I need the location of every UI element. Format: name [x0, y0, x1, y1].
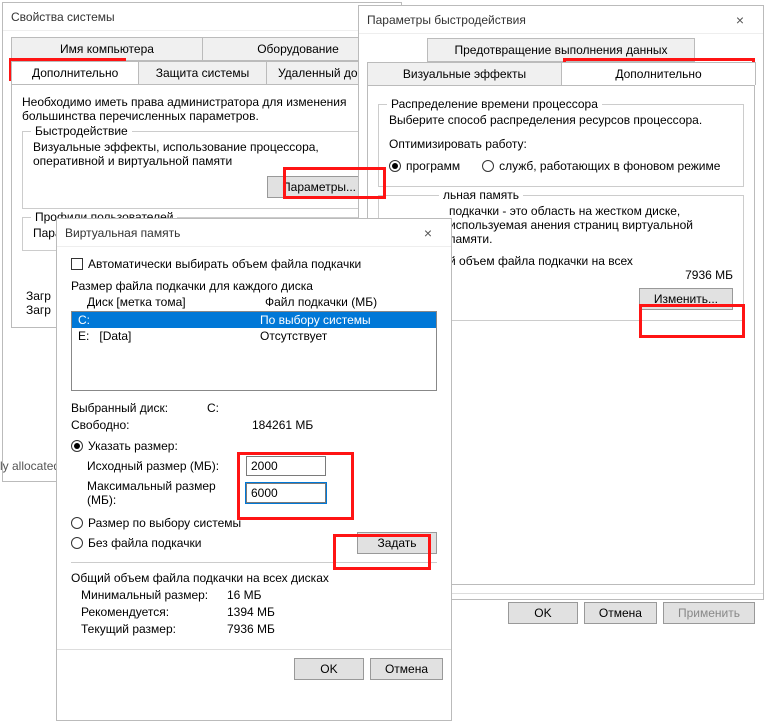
sysprops-tabs-row1: Имя компьютера Оборудование	[11, 37, 393, 61]
free-label: Свободно:	[71, 418, 201, 432]
sched-opt-label: Оптимизировать работу:	[389, 137, 733, 151]
sysprops-title: Свойства системы	[11, 10, 393, 24]
perf-desc: Визуальные эффекты, использование процес…	[33, 140, 371, 168]
scheduling-group: Распределение времени процессора Выберит…	[378, 104, 744, 187]
col-drive: Диск [метка тома]	[81, 293, 259, 311]
vm-total-label: й объем файла подкачки на всех	[449, 254, 733, 268]
sysprops-titlebar: Свойства системы	[3, 3, 401, 31]
tab-perf-advanced[interactable]: Дополнительно	[561, 62, 756, 85]
drive-list-header: Диск [метка тома] Файл подкачки (МБ)	[71, 293, 437, 311]
sel-drive-label: Выбранный диск:	[71, 401, 201, 415]
vm-titlebar: Виртуальная память ×	[57, 219, 451, 247]
admin-note: Необходимо иметь права администратора дл…	[22, 95, 382, 123]
virtual-memory-dialog: Виртуальная память × Автоматически выбир…	[56, 218, 452, 721]
radio-services[interactable]: служб, работающих в фоновом режиме	[482, 159, 720, 173]
min-val: 16 МБ	[227, 588, 262, 602]
sysprops-tabs-row2: Дополнительно Защита системы Удаленный д…	[11, 61, 393, 84]
perfopts-cancel-button[interactable]: Отмена	[584, 602, 657, 624]
initial-size-input[interactable]	[246, 456, 326, 476]
max-label: Максимальный размер (МБ):	[71, 479, 246, 507]
size-each-label: Размер файла подкачки для каждого диска	[71, 279, 437, 293]
col-file: Файл подкачки (МБ)	[259, 293, 437, 311]
close-icon[interactable]: ×	[725, 12, 755, 28]
performance-group: Быстродействие Визуальные эффекты, испол…	[22, 131, 382, 209]
rec-val: 1394 МБ	[227, 605, 275, 619]
vm-cancel-button[interactable]: Отмена	[370, 658, 443, 680]
radio-custom-size[interactable]: Указать размер:	[71, 439, 178, 453]
rec-label: Рекомендуется:	[71, 605, 221, 619]
drive-row-c[interactable]: C: По выбору системы	[72, 312, 436, 328]
perfopts-title: Параметры быстродействия	[367, 13, 725, 27]
perfopts-ok-button[interactable]: OK	[508, 602, 578, 624]
radio-system-managed[interactable]: Размер по выбору системы	[71, 516, 241, 530]
tab-protection[interactable]: Защита системы	[138, 61, 266, 84]
drive-list[interactable]: C: По выбору системы E: [Data] Отсутству…	[71, 311, 437, 391]
vm-close-icon[interactable]: ×	[413, 225, 443, 241]
total-title: Общий объем файла подкачки на всех диска…	[71, 571, 437, 585]
vm-title-suffix: льная память	[439, 188, 523, 202]
cur-label: Текущий размер:	[71, 622, 221, 636]
tab-visual-effects[interactable]: Визуальные эффекты	[367, 62, 562, 85]
auto-checkbox[interactable]: Автоматически выбирать объем файла подка…	[71, 257, 361, 271]
perf-params-button[interactable]: Параметры...	[267, 176, 371, 198]
init-label: Исходный размер (МБ):	[71, 459, 246, 473]
tab-dep[interactable]: Предотвращение выполнения данных	[427, 38, 695, 62]
vm-ok-button[interactable]: OK	[294, 658, 364, 680]
vm-buttons: OK Отмена	[57, 649, 451, 688]
radio-programs[interactable]: программ	[389, 159, 460, 173]
set-button[interactable]: Задать	[357, 532, 437, 554]
perfopts-titlebar: Параметры быстродействия ×	[359, 6, 763, 34]
side-text: ly allocated	[0, 459, 60, 473]
maximum-size-input[interactable]	[246, 483, 326, 503]
sched-title: Распределение времени процессора	[387, 97, 602, 111]
sched-desc: Выберите способ распределения ресурсов п…	[389, 113, 733, 127]
tab-advanced[interactable]: Дополнительно	[11, 61, 139, 84]
perfopts-apply-button[interactable]: Применить	[663, 602, 755, 624]
vm-total-value: 7936 МБ	[685, 268, 733, 282]
sel-drive: C:	[207, 401, 219, 415]
free-val: 184261 МБ	[252, 418, 313, 432]
drive-row-e[interactable]: E: [Data] Отсутствует	[72, 328, 436, 344]
min-label: Минимальный размер:	[71, 588, 221, 602]
radio-no-paging[interactable]: Без файла подкачки	[71, 536, 357, 550]
perf-title: Быстродействие	[31, 124, 132, 138]
vm-change-button[interactable]: Изменить...	[639, 288, 733, 310]
tab-computer-name[interactable]: Имя компьютера	[11, 37, 203, 61]
vm-desc: подкачки - это область на жестком диске,…	[449, 204, 733, 246]
cur-val: 7936 МБ	[227, 622, 275, 636]
vm-title: Виртуальная память	[65, 226, 413, 240]
